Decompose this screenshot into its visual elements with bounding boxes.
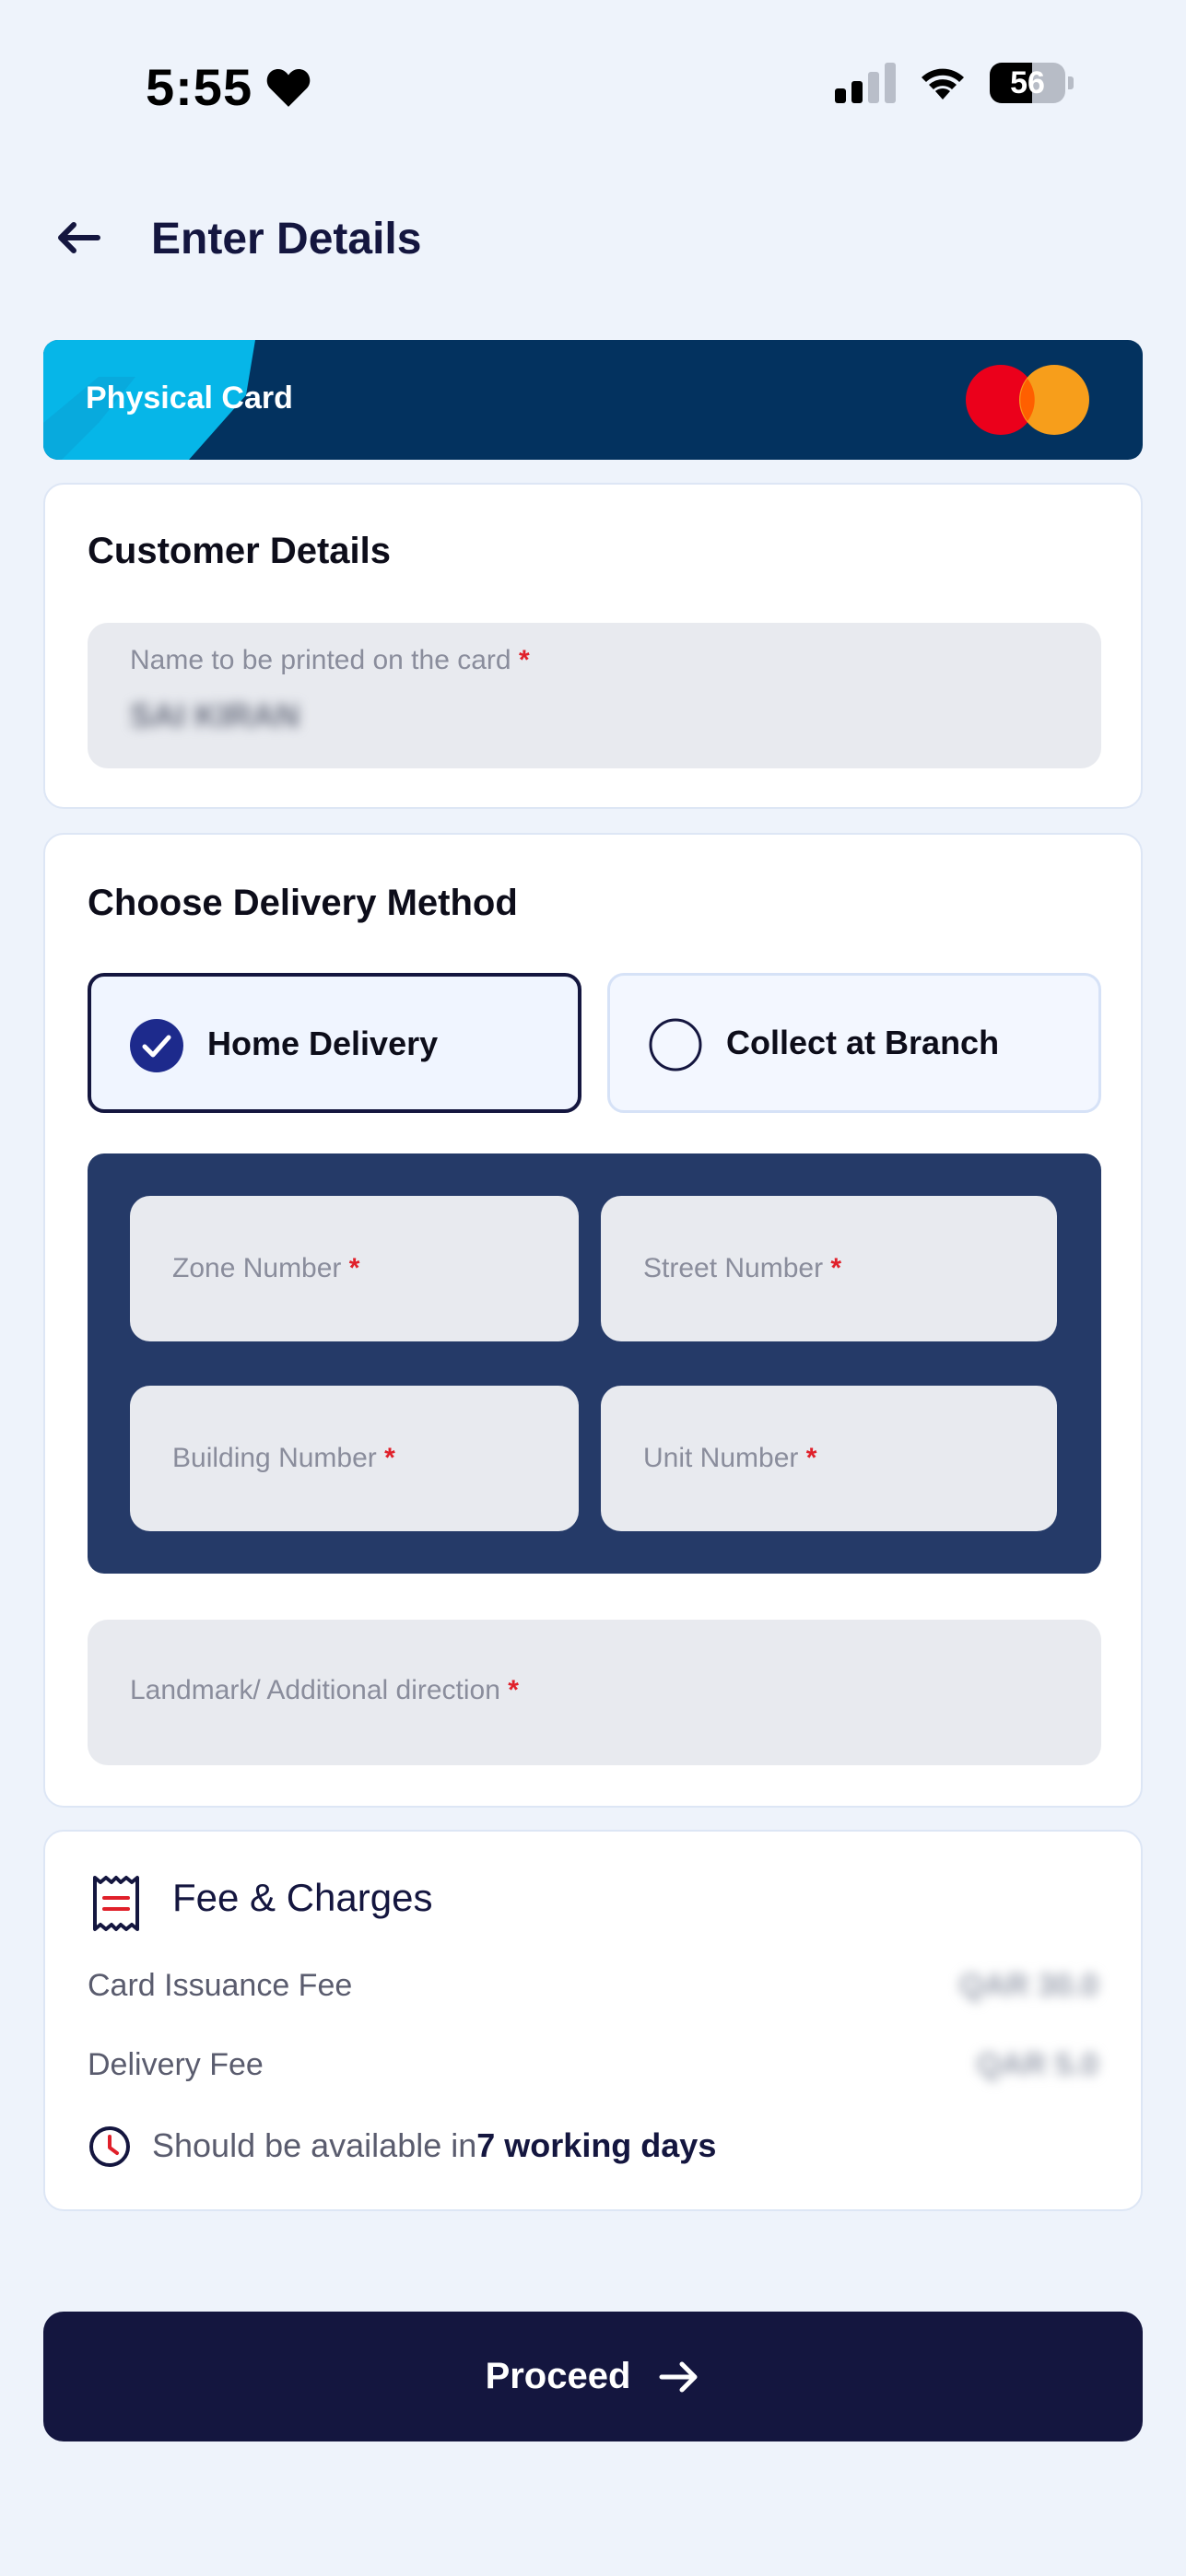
mastercard-logo-icon xyxy=(966,365,1089,435)
building-number-field[interactable]: Building Number * xyxy=(130,1386,579,1531)
delivery-method-title: Choose Delivery Method xyxy=(88,883,518,923)
card-name-value: SAI KIRAN xyxy=(130,697,300,734)
status-time: 5:55 xyxy=(146,57,311,117)
card-name-field[interactable]: Name to be printed on the card * SAI KIR… xyxy=(88,623,1101,768)
card-issuance-fee-label: Card Issuance Fee xyxy=(88,1968,353,2003)
status-bar: 5:55 56 xyxy=(0,0,1186,175)
required-mark: * xyxy=(805,1443,817,1473)
street-number-label: Street Number * xyxy=(643,1253,842,1283)
battery-level: 56 xyxy=(1010,64,1045,100)
required-mark: * xyxy=(830,1253,842,1283)
cellular-signal-icon xyxy=(835,63,896,103)
landmark-field[interactable]: Landmark/ Additional direction * xyxy=(88,1620,1101,1765)
clock-icon xyxy=(89,2126,130,2167)
collect-at-branch-label: Collect at Branch xyxy=(726,1024,1000,1061)
heart-icon xyxy=(266,68,311,107)
delivery-fee-value: QAR 5.0 xyxy=(976,2047,1098,2082)
status-icons: 56 xyxy=(835,63,1074,103)
battery-icon: 56 xyxy=(990,63,1074,103)
home-delivery-option[interactable]: Home Delivery xyxy=(88,973,581,1113)
delivery-fee-label: Delivery Fee xyxy=(88,2047,264,2082)
proceed-button[interactable]: Proceed xyxy=(43,2312,1143,2441)
required-mark: * xyxy=(508,1675,519,1705)
required-mark: * xyxy=(348,1253,360,1283)
fee-charges-title: Fee & Charges xyxy=(172,1876,433,1919)
street-number-field[interactable]: Street Number * xyxy=(601,1196,1057,1341)
card-issuance-fee-value: QAR 30.0 xyxy=(958,1968,1098,2003)
receipt-icon xyxy=(93,1876,139,1931)
unit-number-field[interactable]: Unit Number * xyxy=(601,1386,1057,1531)
home-delivery-label: Home Delivery xyxy=(207,1025,439,1062)
availability-text: Should be available in7 working days xyxy=(152,2126,717,2164)
status-time-text: 5:55 xyxy=(146,58,253,116)
card-banner: Physical Card xyxy=(43,340,1143,460)
availability-days: 7 working days xyxy=(476,2126,717,2164)
required-mark: * xyxy=(384,1443,395,1473)
checked-radio-icon xyxy=(130,1019,183,1072)
delivery-method-panel: Choose Delivery Method Home Delivery Col… xyxy=(43,833,1143,1808)
zone-number-label: Zone Number * xyxy=(172,1253,360,1283)
back-button[interactable] xyxy=(52,216,103,260)
collect-at-branch-option[interactable]: Collect at Branch xyxy=(607,973,1101,1113)
arrow-right-icon xyxy=(659,2361,698,2392)
proceed-label: Proceed xyxy=(485,2356,631,2396)
customer-details-panel: Customer Details Name to be printed on t… xyxy=(43,483,1143,809)
arrow-left-icon xyxy=(58,222,100,253)
customer-details-title: Customer Details xyxy=(88,531,391,571)
unchecked-radio-icon xyxy=(649,1018,702,1071)
card-name-label: Name to be printed on the card * xyxy=(130,645,530,675)
header: Enter Details xyxy=(0,193,1186,282)
address-fields-block: Zone Number * Street Number * Building N… xyxy=(88,1153,1101,1574)
card-type-label: Physical Card xyxy=(86,381,293,416)
fee-charges-panel: Fee & Charges Card Issuance Fee QAR 30.0… xyxy=(43,1830,1143,2211)
page-title: Enter Details xyxy=(151,215,422,263)
wifi-icon xyxy=(916,63,969,103)
unit-number-label: Unit Number * xyxy=(643,1443,817,1473)
building-number-label: Building Number * xyxy=(172,1443,395,1473)
zone-number-field[interactable]: Zone Number * xyxy=(130,1196,579,1341)
landmark-label: Landmark/ Additional direction * xyxy=(130,1675,519,1705)
required-mark: * xyxy=(518,645,530,675)
